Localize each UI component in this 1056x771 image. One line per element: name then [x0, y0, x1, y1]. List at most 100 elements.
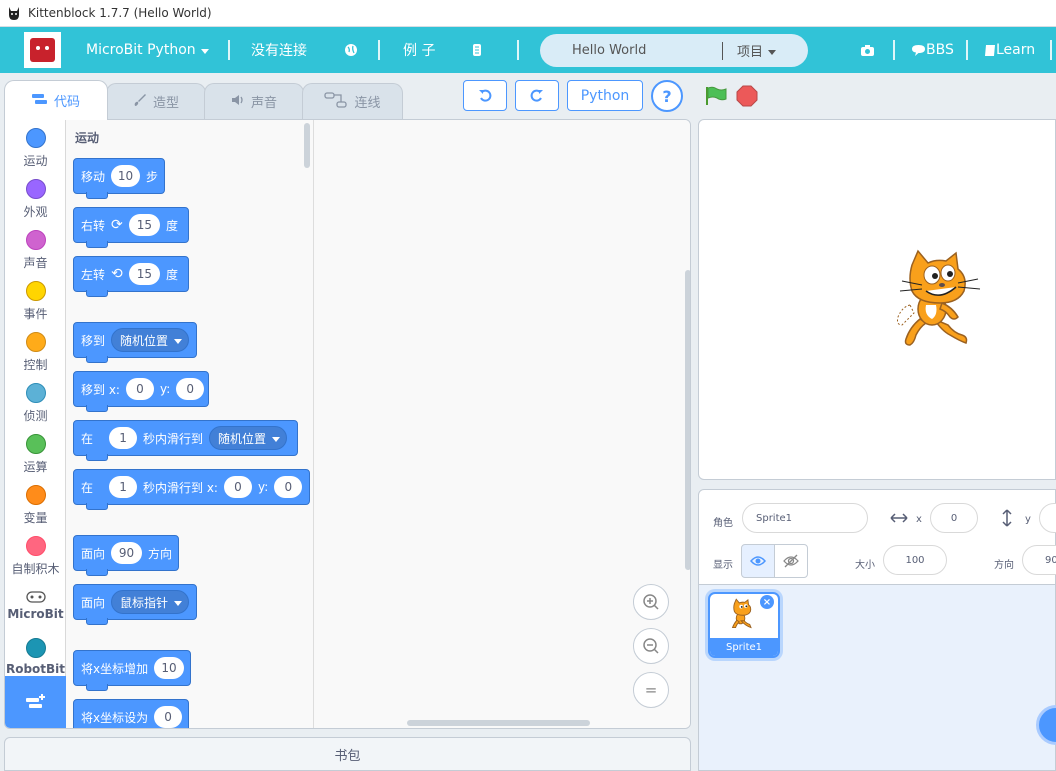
y-position-input[interactable]: [1039, 503, 1056, 533]
category-my-blocks[interactable]: 自制积木: [5, 531, 66, 582]
backpack-bar[interactable]: 书包: [4, 737, 691, 771]
block-label: 在: [81, 480, 94, 495]
block-glide-xy[interactable]: 在 1 秒内滑行到 x: 0 y: 0: [73, 469, 310, 510]
zoom-reset-button[interactable]: =: [633, 672, 669, 708]
category-sound[interactable]: 声音: [5, 225, 66, 276]
category-label: 自制积木: [11, 562, 60, 576]
block-dropdown[interactable]: 鼠标指针: [111, 590, 190, 614]
cat-sprite-thumbnail-image: [731, 598, 752, 629]
block-dropdown[interactable]: 随机位置: [111, 328, 190, 352]
x-position-input[interactable]: 0: [930, 503, 978, 533]
direction-input[interactable]: 90: [1022, 545, 1056, 575]
camera-icon[interactable]: [860, 27, 875, 73]
category-events[interactable]: 事件: [5, 276, 66, 327]
size-label: 大小: [855, 560, 875, 571]
examples-menu[interactable]: 例 子: [403, 27, 435, 73]
chevron-down-icon: [174, 600, 183, 606]
sprite-name-input[interactable]: Sprite1: [742, 503, 868, 533]
category-looks[interactable]: 外观: [5, 174, 66, 225]
eye-icon: [750, 556, 766, 566]
project-name[interactable]: Hello World: [572, 43, 722, 58]
bbs-label: BBS: [926, 42, 954, 58]
palette-scrollbar[interactable]: [304, 123, 310, 168]
firmware-icon[interactable]: [472, 27, 482, 73]
block-number-input[interactable]: 10: [111, 165, 140, 187]
tab-costumes[interactable]: 造型: [106, 83, 206, 119]
bbs-link[interactable]: BBS: [911, 27, 954, 73]
delete-sprite-close-icon[interactable]: ×: [760, 595, 774, 609]
tab-costumes-label: 造型: [152, 96, 179, 111]
block-label: 移动: [81, 169, 106, 184]
block-point-direction[interactable]: 面向 90 方向: [73, 535, 179, 576]
wiring-icon: [324, 91, 348, 112]
connection-status-menu[interactable]: 没有连接: [251, 27, 307, 73]
block-goto[interactable]: 移到 随机位置: [73, 322, 197, 363]
block-label: 度: [166, 267, 179, 282]
zoom-in-button[interactable]: [633, 584, 669, 620]
block-number-input[interactable]: 1: [109, 476, 138, 498]
block-number-input[interactable]: 0: [274, 476, 303, 498]
workspace-horizontal-scrollbar[interactable]: [407, 720, 590, 726]
extension-icon: [25, 694, 45, 708]
brush-icon: [133, 93, 147, 111]
category-label: 侦测: [23, 409, 48, 423]
block-turn-left[interactable]: 左转 ⟲ 15 度: [73, 256, 189, 297]
block-number-input[interactable]: 15: [128, 263, 161, 285]
size-input[interactable]: 100: [883, 545, 947, 575]
category-label: 事件: [23, 307, 48, 321]
add-extension-button[interactable]: [5, 676, 66, 728]
dropdown-value: 鼠标指针: [120, 595, 169, 610]
block-number-input[interactable]: 0: [223, 476, 252, 498]
green-flag-icon[interactable]: [705, 86, 727, 106]
project-menu[interactable]: 项目: [737, 41, 777, 60]
block-goto-xy[interactable]: 移到 x: 0 y: 0: [73, 371, 209, 412]
cat-sprite-image[interactable]: [892, 247, 988, 351]
project-title-field[interactable]: Hello World 项目: [540, 34, 808, 67]
tab-wiring[interactable]: 连线: [302, 83, 403, 119]
redo-button[interactable]: [515, 80, 559, 111]
tab-code[interactable]: 代码: [4, 80, 108, 120]
show-visible-button[interactable]: [741, 544, 775, 578]
undo-button[interactable]: [463, 80, 507, 111]
block-label: 在: [81, 431, 94, 446]
category-control[interactable]: 控制: [5, 327, 66, 378]
learn-link[interactable]: Learn: [984, 27, 1035, 73]
block-change-x[interactable]: 将x坐标增加 10: [73, 650, 191, 691]
block-number-input[interactable]: 90: [111, 542, 142, 564]
globe-language-icon[interactable]: [344, 27, 358, 73]
category-microbit[interactable]: MicroBit: [5, 582, 66, 633]
block-glide-to[interactable]: 在 1 秒内滑行到 随机位置: [73, 420, 298, 461]
category-variables[interactable]: 变量: [5, 480, 66, 531]
script-workspace[interactable]: =: [315, 120, 690, 728]
python-button[interactable]: Python: [567, 80, 643, 111]
block-label: 方向: [147, 546, 172, 561]
category-sensing[interactable]: 侦测: [5, 378, 66, 429]
block-number-input[interactable]: 10: [154, 657, 184, 679]
block-label: 秒内滑行到 x:: [143, 480, 218, 495]
block-set-x[interactable]: 将x坐标设为 0: [73, 699, 189, 728]
zoom-in-icon: [643, 594, 659, 610]
my-blocks-dot-icon: [25, 536, 46, 556]
hide-sprite-button[interactable]: [774, 544, 808, 578]
help-button[interactable]: ?: [651, 80, 683, 112]
stage-canvas[interactable]: [698, 119, 1056, 480]
category-motion[interactable]: 运动: [5, 123, 66, 174]
stop-icon[interactable]: [736, 85, 758, 107]
undo-icon: [479, 89, 492, 102]
block-move-steps[interactable]: 移动 10 步: [73, 158, 165, 199]
block-number-input[interactable]: 0: [176, 378, 205, 400]
device-menu[interactable]: MicroBit Python: [86, 27, 209, 73]
tab-sounds[interactable]: 声音: [204, 83, 304, 119]
block-number-input[interactable]: 0: [125, 378, 154, 400]
block-turn-right[interactable]: 右转 ⟳ 15 度: [73, 207, 189, 248]
block-number-input[interactable]: 0: [154, 706, 183, 728]
workspace-vertical-scrollbar[interactable]: [685, 270, 690, 570]
block-dropdown[interactable]: 随机位置: [209, 426, 288, 450]
block-number-input[interactable]: 1: [109, 427, 138, 449]
category-operators[interactable]: 运算: [5, 429, 66, 480]
kittenblock-logo[interactable]: [24, 32, 61, 68]
block-number-input[interactable]: 15: [128, 214, 161, 236]
block-point-towards[interactable]: 面向 鼠标指针: [73, 584, 197, 625]
direction-label: 方向: [994, 560, 1014, 571]
zoom-out-button[interactable]: [633, 628, 669, 664]
